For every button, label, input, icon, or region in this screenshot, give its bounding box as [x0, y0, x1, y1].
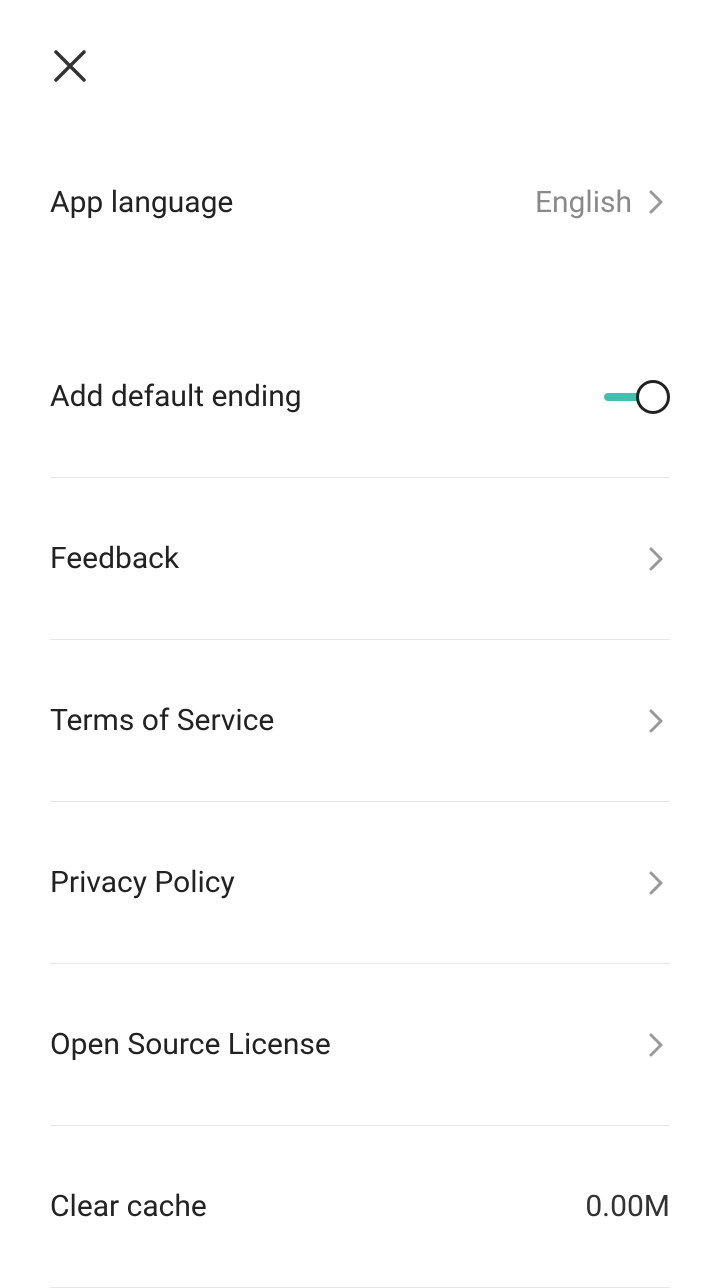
chevron-right-icon: [642, 545, 670, 573]
default-ending-row: Add default ending: [50, 316, 670, 478]
clear-cache-row[interactable]: Clear cache 0.00M: [50, 1126, 670, 1288]
terms-of-service-row[interactable]: Terms of Service: [50, 640, 670, 802]
open-source-license-row[interactable]: Open Source License: [50, 964, 670, 1126]
chevron-right-icon: [642, 1031, 670, 1059]
app-language-row[interactable]: App language English: [50, 88, 670, 316]
clear-cache-label: Clear cache: [50, 1189, 207, 1224]
clear-cache-value: 0.00M: [585, 1189, 670, 1224]
default-ending-label: Add default ending: [50, 379, 302, 414]
chevron-right-icon: [642, 188, 670, 216]
close-button[interactable]: [50, 48, 90, 88]
terms-of-service-label: Terms of Service: [50, 703, 274, 738]
app-language-value: English: [535, 185, 632, 220]
close-icon: [52, 48, 88, 88]
feedback-row[interactable]: Feedback: [50, 478, 670, 640]
chevron-right-icon: [642, 707, 670, 735]
app-language-label: App language: [50, 185, 233, 220]
toggle-thumb: [636, 380, 670, 414]
feedback-label: Feedback: [50, 541, 179, 576]
chevron-right-icon: [642, 869, 670, 897]
privacy-policy-label: Privacy Policy: [50, 865, 235, 900]
default-ending-toggle[interactable]: [604, 379, 670, 415]
privacy-policy-row[interactable]: Privacy Policy: [50, 802, 670, 964]
open-source-license-label: Open Source License: [50, 1027, 331, 1062]
